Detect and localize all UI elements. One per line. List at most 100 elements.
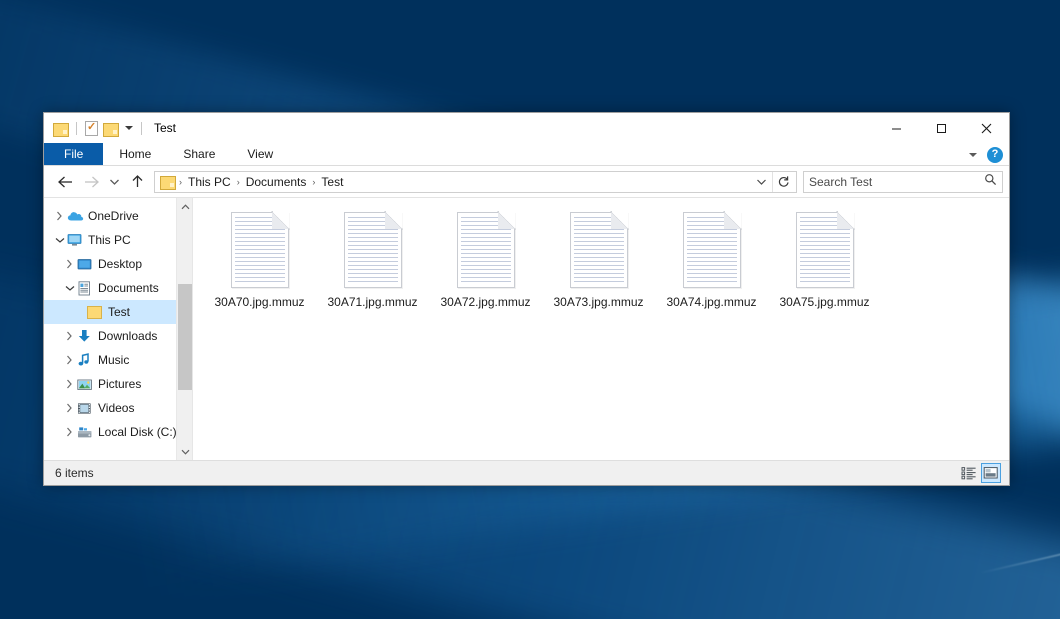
file-name: 30A74.jpg.mmuz (666, 295, 756, 309)
generic-document-icon (457, 212, 515, 288)
documents-icon (77, 281, 94, 296)
sidebar-item-label: OneDrive (88, 209, 139, 223)
scrollbar-thumb[interactable] (178, 284, 192, 390)
list-item[interactable]: 30A70.jpg.mmuz (203, 206, 316, 309)
navigation-pane: OneDrive This PC (44, 198, 192, 460)
search-box[interactable] (803, 171, 1003, 193)
sidebar-item-label: Videos (98, 401, 134, 415)
generic-document-icon (683, 212, 741, 288)
close-button[interactable] (964, 113, 1009, 143)
folder-icon[interactable] (160, 175, 175, 188)
file-name: 30A71.jpg.mmuz (327, 295, 417, 309)
list-item[interactable]: 30A75.jpg.mmuz (768, 206, 881, 309)
chevron-right-icon[interactable] (62, 420, 77, 444)
breadcrumb-separator: › (235, 177, 242, 187)
chevron-right-icon[interactable] (62, 348, 77, 372)
recent-locations-button[interactable] (104, 169, 124, 195)
file-list-pane[interactable]: 30A70.jpg.mmuz 30A71.jpg.mmuz 30A72.jpg.… (192, 198, 1009, 460)
search-icon[interactable] (984, 173, 997, 191)
address-path-box[interactable]: › This PC › Documents › Test (154, 171, 797, 193)
downloads-icon (77, 329, 94, 343)
sidebar-item-label: Test (108, 305, 130, 319)
sidebar-item-local-disk-c[interactable]: Local Disk (C:) (44, 420, 192, 444)
sidebar-item-onedrive[interactable]: OneDrive (44, 204, 192, 228)
file-explorer-window: Test File Home Share View ? (43, 112, 1010, 486)
folder-icon[interactable] (53, 122, 68, 135)
file-name: 30A70.jpg.mmuz (214, 295, 304, 309)
music-icon (77, 353, 94, 367)
generic-document-icon (231, 212, 289, 288)
qat-separator (141, 122, 142, 135)
chevron-right-icon[interactable] (62, 324, 77, 348)
forward-button[interactable] (78, 169, 104, 195)
details-view-button[interactable] (959, 463, 979, 483)
breadcrumb-item-this-pc[interactable]: This PC (184, 175, 235, 189)
window-controls (874, 113, 1009, 143)
navigation-pane-scrollbar[interactable] (176, 198, 192, 460)
chevron-right-icon[interactable] (62, 372, 77, 396)
breadcrumb-item-documents[interactable]: Documents (242, 175, 311, 189)
tab-home[interactable]: Home (103, 143, 167, 165)
sidebar-item-label: Downloads (98, 329, 157, 343)
maximize-button[interactable] (919, 113, 964, 143)
sidebar-item-pictures[interactable]: Pictures (44, 372, 192, 396)
window-title: Test (154, 121, 176, 135)
sidebar-item-documents[interactable]: Documents (44, 276, 192, 300)
folder-icon (87, 306, 104, 318)
chevron-down-icon[interactable] (125, 126, 133, 130)
generic-document-icon (796, 212, 854, 288)
status-bar: 6 items (44, 460, 1009, 485)
minimize-button[interactable] (874, 113, 919, 143)
sidebar-item-label: Desktop (98, 257, 142, 271)
chevron-right-icon[interactable] (52, 204, 67, 228)
refresh-icon[interactable] (772, 172, 794, 192)
sidebar-item-label: Documents (98, 281, 159, 295)
sidebar-item-downloads[interactable]: Downloads (44, 324, 192, 348)
chevron-down-icon[interactable] (52, 228, 67, 252)
scroll-down-icon[interactable] (177, 443, 192, 460)
chevron-right-icon[interactable] (62, 252, 77, 276)
breadcrumb-separator: › (177, 177, 184, 187)
tab-file[interactable]: File (44, 143, 103, 165)
qat-separator (76, 122, 77, 135)
file-grid: 30A70.jpg.mmuz 30A71.jpg.mmuz 30A72.jpg.… (193, 198, 1009, 309)
videos-icon (77, 402, 94, 415)
file-name: 30A73.jpg.mmuz (553, 295, 643, 309)
sidebar-item-this-pc[interactable]: This PC (44, 228, 192, 252)
sidebar-item-test[interactable]: Test (44, 300, 192, 324)
address-bar: › This PC › Documents › Test (44, 166, 1009, 197)
list-item[interactable]: 30A74.jpg.mmuz (655, 206, 768, 309)
breadcrumb-separator: › (310, 177, 317, 187)
list-item[interactable]: 30A73.jpg.mmuz (542, 206, 655, 309)
navigation-tree: OneDrive This PC (44, 198, 192, 444)
chevron-right-icon[interactable] (62, 396, 77, 420)
scroll-up-icon[interactable] (177, 198, 192, 215)
list-item[interactable]: 30A71.jpg.mmuz (316, 206, 429, 309)
desktop-icon (77, 258, 94, 271)
help-icon[interactable]: ? (987, 147, 1003, 163)
ribbon-controls: ? (969, 143, 1003, 166)
chevron-down-icon[interactable] (750, 172, 772, 192)
sidebar-item-label: Local Disk (C:) (98, 425, 177, 439)
search-input[interactable] (809, 175, 984, 189)
sidebar-item-label: Music (98, 353, 129, 367)
sidebar-item-music[interactable]: Music (44, 348, 192, 372)
tab-view[interactable]: View (231, 143, 289, 165)
tab-share[interactable]: Share (167, 143, 231, 165)
pictures-icon (77, 378, 94, 391)
chevron-down-icon[interactable] (969, 153, 977, 157)
ribbon-tab-bar: File Home Share View ? (44, 143, 1009, 166)
sidebar-item-videos[interactable]: Videos (44, 396, 192, 420)
title-bar: Test (44, 113, 1009, 143)
chevron-down-icon[interactable] (62, 276, 77, 300)
back-button[interactable] (52, 169, 78, 195)
monitor-icon (67, 233, 84, 247)
list-item[interactable]: 30A72.jpg.mmuz (429, 206, 542, 309)
new-folder-icon[interactable] (103, 122, 118, 135)
large-icons-view-button[interactable] (981, 463, 1001, 483)
up-button[interactable] (124, 169, 150, 195)
properties-icon[interactable] (85, 121, 98, 136)
sidebar-item-label: This PC (88, 233, 131, 247)
sidebar-item-desktop[interactable]: Desktop (44, 252, 192, 276)
breadcrumb-item-test[interactable]: Test (317, 175, 347, 189)
